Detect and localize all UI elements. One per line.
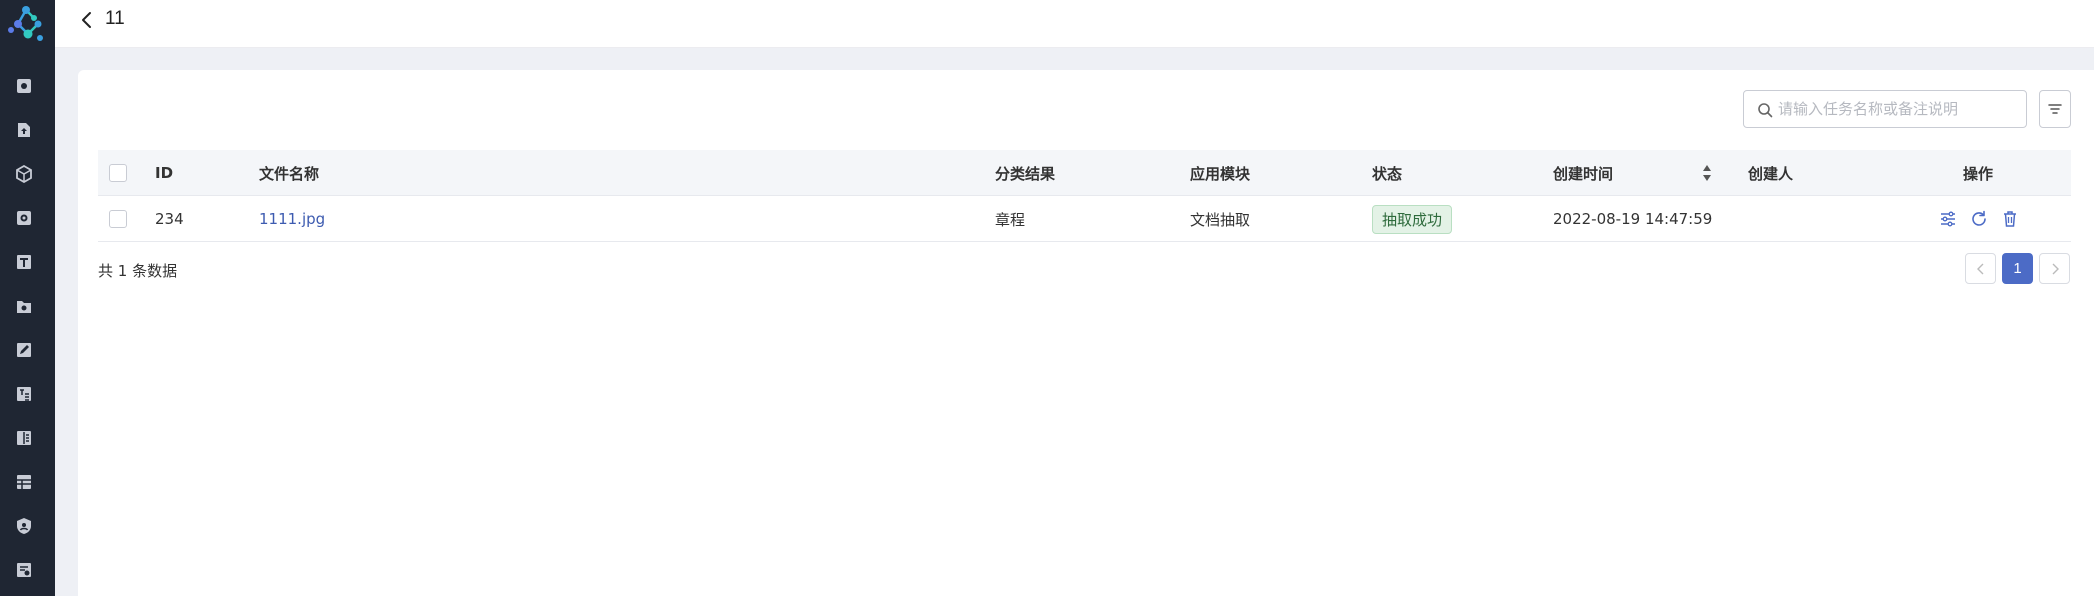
sort-icon[interactable] [1701, 163, 1713, 183]
main-content: ID 文件名称 分类结果 应用模块 状态 创建时间 创建人 操作 234 111… [78, 70, 2094, 596]
status-badge: 抽取成功 [1372, 204, 1453, 234]
sidebar [0, 0, 55, 596]
top-header: 11 [55, 0, 2094, 48]
shield-icon[interactable] [14, 516, 34, 536]
column-header-classification: 分类结果 [995, 164, 1056, 183]
folder-icon[interactable] [14, 296, 34, 316]
back-arrow-icon[interactable] [77, 10, 97, 30]
delete-icon[interactable] [2000, 209, 2020, 229]
column-header-creator: 创建人 [1748, 164, 1794, 183]
column-header-status: 状态 [1372, 164, 1403, 183]
table-header: ID 文件名称 分类结果 应用模块 状态 创建时间 创建人 操作 [98, 150, 2071, 196]
refresh-icon[interactable] [1969, 209, 1989, 229]
book-icon[interactable] [14, 428, 34, 448]
chevron-left-icon [1976, 263, 1983, 274]
prev-page-button[interactable] [1965, 253, 1996, 284]
report-icon[interactable] [14, 560, 34, 580]
column-header-id: ID [155, 164, 174, 182]
table-row: 234 1111.jpg 章程 文档抽取 抽取成功 2022-08-19 14:… [98, 196, 2071, 242]
column-header-created-at[interactable]: 创建时间 [1553, 150, 1613, 196]
column-header-file-name: 文件名称 [259, 164, 320, 183]
cell-created-at: 2022-08-19 14:47:59 [1553, 210, 1713, 228]
page-number-button[interactable]: 1 [2002, 253, 2033, 284]
translate-icon[interactable] [14, 384, 34, 404]
column-header-module: 应用模块 [1190, 164, 1251, 183]
search-icon [1758, 103, 1773, 118]
cell-status: 抽取成功 [1372, 196, 1453, 242]
logo-icon[interactable] [4, 2, 48, 46]
cell-id: 234 [155, 210, 184, 228]
search-box [1743, 90, 2027, 128]
row-checkbox[interactable] [109, 210, 127, 228]
chevron-right-icon [2052, 263, 2059, 274]
column-header-actions: 操作 [1963, 164, 1994, 183]
settings-icon[interactable] [14, 208, 34, 228]
cell-actions [1938, 196, 2031, 242]
cell-file-name-link[interactable]: 1111.jpg [259, 196, 325, 242]
search-input[interactable] [1778, 100, 2018, 118]
row-select-cell [109, 196, 127, 242]
upload-icon[interactable] [14, 120, 34, 140]
data-table: ID 文件名称 分类结果 应用模块 状态 创建时间 创建人 操作 234 111… [98, 150, 2071, 242]
select-all-checkbox[interactable] [109, 164, 127, 182]
cell-classification: 章程 [995, 210, 1026, 229]
package-icon[interactable] [14, 164, 34, 184]
page-title: 11 [105, 8, 125, 29]
select-all-cell [109, 150, 127, 196]
edit-icon[interactable] [14, 340, 34, 360]
dashboard-icon[interactable] [14, 76, 34, 96]
config-icon[interactable] [1938, 209, 1958, 229]
filter-button[interactable] [2039, 90, 2071, 128]
cell-module: 文档抽取 [1190, 210, 1251, 229]
total-count: 共 1 条数据 [98, 262, 178, 280]
table-icon[interactable] [14, 472, 34, 492]
next-page-button[interactable] [2039, 253, 2070, 284]
filter-icon [2048, 104, 2062, 114]
text-icon[interactable] [14, 252, 34, 272]
